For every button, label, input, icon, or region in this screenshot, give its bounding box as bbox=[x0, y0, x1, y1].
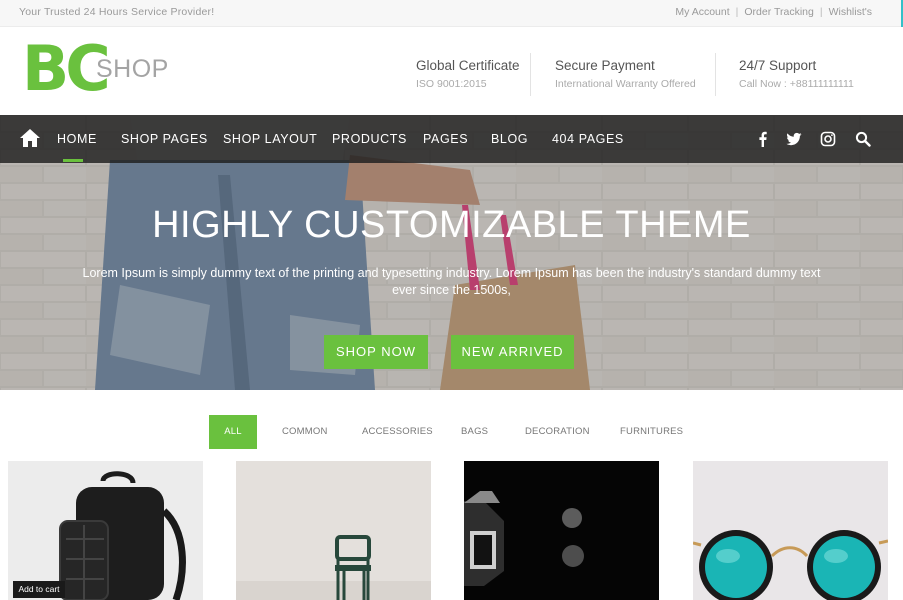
product-card-lamp[interactable] bbox=[464, 461, 659, 600]
site-logo[interactable]: BC SHOP bbox=[22, 34, 172, 104]
info-subtitle: International Warranty Offered bbox=[555, 78, 696, 90]
info-title: 24/7 Support bbox=[739, 58, 817, 73]
nav-item-shop-layout[interactable]: SHOP LAYOUT bbox=[223, 132, 317, 146]
sunglasses-image bbox=[693, 530, 888, 600]
product-filter-tabs: ALL COMMON ACCESSORIES BAGS DECORATION F… bbox=[0, 415, 903, 449]
active-indicator bbox=[63, 159, 83, 162]
tab-furnitures[interactable]: FURNITURES bbox=[620, 415, 683, 449]
logo-mark: BC bbox=[22, 32, 111, 105]
hero-text: Lorem Ipsum is simply dummy text of the … bbox=[82, 266, 821, 297]
logo-text: SHOP bbox=[96, 55, 169, 83]
tab-accessories[interactable]: ACCESSORIES bbox=[362, 415, 433, 449]
tab-all[interactable]: ALL bbox=[209, 415, 257, 449]
nav-item-404-pages[interactable]: 404 PAGES bbox=[552, 132, 624, 146]
tab-common[interactable]: COMMON bbox=[282, 415, 328, 449]
separator: | bbox=[735, 6, 739, 18]
hero-title: HIGHLY CUSTOMIZABLE THEME bbox=[152, 204, 751, 246]
tagline: Your Trusted 24 Hours Service Provider! bbox=[19, 6, 215, 18]
lamp-image bbox=[464, 491, 584, 586]
new-arrived-button[interactable]: NEW ARRIVED bbox=[451, 335, 574, 369]
search-icon[interactable] bbox=[855, 131, 871, 147]
nav-item-pages[interactable]: PAGES bbox=[423, 132, 468, 146]
main-nav: HOME SHOP PAGES SHOP LAYOUT PRODUCTS PAG… bbox=[0, 115, 903, 163]
add-to-cart-button[interactable]: Add to cart bbox=[13, 581, 65, 598]
info-payment: Secure Payment International Warranty Of… bbox=[555, 58, 696, 90]
chair-image bbox=[236, 535, 431, 600]
shop-now-button[interactable]: SHOP NOW bbox=[324, 335, 428, 369]
top-bar: Your Trusted 24 Hours Service Provider! … bbox=[0, 0, 903, 27]
separator: | bbox=[819, 6, 823, 18]
divider bbox=[530, 53, 531, 96]
info-title: Secure Payment bbox=[555, 58, 655, 73]
product-card-chair[interactable] bbox=[236, 461, 431, 600]
facebook-icon[interactable] bbox=[755, 131, 771, 147]
nav-item-shop-pages[interactable]: SHOP PAGES bbox=[121, 132, 208, 146]
tab-bags[interactable]: BAGS bbox=[461, 415, 488, 449]
info-subtitle: ISO 9001:2015 bbox=[416, 78, 487, 90]
info-certificate: Global Certificate ISO 9001:2015 bbox=[416, 58, 520, 90]
instagram-icon[interactable] bbox=[820, 131, 836, 147]
info-support: 24/7 Support Call Now : +88111111111 bbox=[739, 58, 854, 90]
nav-item-blog[interactable]: BLOG bbox=[491, 132, 528, 146]
info-title: Global Certificate bbox=[416, 58, 520, 73]
divider bbox=[715, 53, 716, 96]
my-account-link[interactable]: My Account bbox=[675, 6, 729, 18]
info-subtitle: Call Now : +88111111111 bbox=[739, 78, 854, 90]
backpack-image bbox=[59, 471, 186, 600]
tab-decoration[interactable]: DECORATION bbox=[525, 415, 590, 449]
twitter-icon[interactable] bbox=[786, 131, 802, 147]
nav-item-home[interactable]: HOME bbox=[57, 132, 97, 146]
wishlist-link[interactable]: Wishlist's bbox=[829, 6, 872, 18]
order-tracking-link[interactable]: Order Tracking bbox=[744, 6, 813, 18]
product-card-sunglasses[interactable] bbox=[693, 461, 888, 600]
header: BC SHOP Global Certificate ISO 9001:2015… bbox=[0, 27, 903, 115]
product-card-backpack[interactable] bbox=[8, 461, 203, 600]
home-icon[interactable] bbox=[19, 128, 41, 148]
top-links: My Account | Order Tracking | Wishlist's bbox=[675, 6, 872, 18]
nav-item-products[interactable]: PRODUCTS bbox=[332, 132, 407, 146]
